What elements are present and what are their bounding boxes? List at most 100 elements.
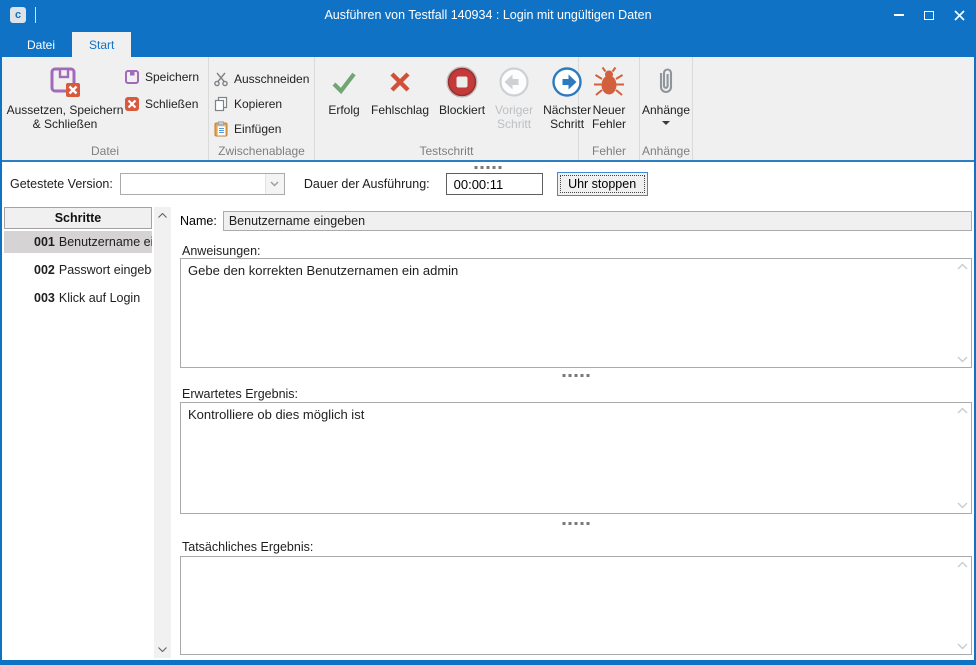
splitter-handle[interactable] <box>563 374 590 377</box>
scroll-up-icon[interactable] <box>957 407 968 414</box>
button-label: Einfügen <box>234 122 281 136</box>
ribbon-group-fehler: Neuer Fehler Fehler <box>579 57 640 160</box>
ribbon-group-label: Testschritt <box>315 144 578 158</box>
tab-start[interactable]: Start <box>72 32 131 57</box>
name-row: Name: <box>180 211 972 231</box>
suspend-save-close-button[interactable]: Aussetzen, Speichern & Schließen <box>6 62 124 142</box>
button-label: Anhänge <box>642 103 690 117</box>
scroll-down-icon[interactable] <box>154 641 171 658</box>
close-icon <box>954 10 965 21</box>
duration-label: Dauer der Ausführung: <box>304 177 430 191</box>
name-input[interactable] <box>223 211 972 231</box>
ribbon-group-label: Zwischenablage <box>209 144 314 158</box>
chevron-down-icon <box>662 121 670 125</box>
ribbon-tabbar: Datei Start <box>2 30 974 57</box>
step-item[interactable]: 001 Benutzername eingeben <box>4 231 152 253</box>
ribbon-group-datei: Aussetzen, Speichern & Schließen Speiche… <box>2 57 209 160</box>
button-label: Ausschneiden <box>234 72 309 86</box>
ribbon-group-label: Datei <box>2 144 208 158</box>
content-area: Schritte 001 Benutzername eingeben 002 Pas… <box>2 206 974 660</box>
datei-small-buttons: Speichern Schließen <box>124 62 199 142</box>
minimize-button[interactable] <box>884 0 914 30</box>
instructions-field: Gebe den korrekten Benutzernamen ein adm… <box>180 258 972 368</box>
button-label: Blockiert <box>439 103 485 117</box>
steps-panel: Schritte 001 Benutzername eingeben 002 Pas… <box>4 207 171 658</box>
scroll-up-icon[interactable] <box>154 207 171 224</box>
step-item[interactable]: 003 Klick auf Login <box>4 287 152 309</box>
blocked-button[interactable]: Blockiert <box>434 62 490 142</box>
button-label: Aussetzen, Speichern & Schließen <box>7 103 124 131</box>
expected-result-textarea[interactable]: Kontrolliere ob dies möglich ist <box>181 403 971 513</box>
step-label: Benutzername eingeben <box>59 235 152 249</box>
splitter-handle[interactable] <box>563 522 590 525</box>
ribbon-group-anhaenge: Anhänge Anhänge <box>640 57 693 160</box>
app-icon[interactable]: c <box>10 7 26 23</box>
instructions-textarea[interactable]: Gebe den korrekten Benutzernamen ein adm… <box>181 259 971 367</box>
fail-icon <box>383 65 417 99</box>
titlebar: c Ausführen von Testfall 140934 : Login … <box>2 0 974 30</box>
step-number: 003 <box>34 291 55 305</box>
chevron-down-icon <box>270 181 279 187</box>
fail-button[interactable]: Fehlschlag <box>366 62 434 142</box>
actual-result-textarea[interactable] <box>181 557 971 654</box>
tested-version-input[interactable] <box>121 174 265 194</box>
splitter-handle[interactable] <box>475 166 502 169</box>
combo-dropdown-button[interactable] <box>265 174 284 194</box>
step-item[interactable]: 002 Passwort eingeben <box>4 259 152 281</box>
button-label: Fehlschlag <box>371 103 429 117</box>
scroll-down-icon[interactable] <box>957 643 968 650</box>
maximize-button[interactable] <box>914 0 944 30</box>
attachments-icon <box>649 65 683 99</box>
scroll-up-icon[interactable] <box>957 561 968 568</box>
window-controls <box>884 0 974 30</box>
save-icon <box>124 69 140 85</box>
stop-clock-button[interactable]: Uhr stoppen <box>557 172 648 196</box>
button-label: Schließen <box>145 97 198 111</box>
minimize-icon <box>894 14 904 16</box>
actual-result-label: Tatsächliches Ergebnis: <box>182 540 313 554</box>
step-label: Passwort eingeben <box>59 263 152 277</box>
titlebar-divider <box>35 7 36 23</box>
scroll-down-icon[interactable] <box>957 356 968 363</box>
step-number: 001 <box>34 235 55 249</box>
instructions-label: Anweisungen: <box>182 244 261 258</box>
step-number: 002 <box>34 263 55 277</box>
tested-version-select[interactable] <box>120 173 285 195</box>
copy-icon <box>213 96 229 112</box>
close-button[interactable] <box>944 0 974 30</box>
steps-list: Schritte 001 Benutzername eingeben 002 Pas… <box>4 207 152 658</box>
pass-icon <box>327 65 361 99</box>
clipboard-buttons: Ausschneiden Kopieren <box>213 62 309 142</box>
button-label: Erfolg <box>328 103 359 117</box>
button-label: Speichern <box>145 70 199 84</box>
step-label: Klick auf Login <box>59 291 140 305</box>
scroll-up-icon[interactable] <box>957 263 968 270</box>
steps-scrollbar[interactable] <box>154 207 171 658</box>
actual-result-field <box>180 556 972 655</box>
window-title: Ausführen von Testfall 140934 : Login mi… <box>324 8 651 22</box>
paste-button[interactable]: Einfügen <box>213 121 309 137</box>
blocked-icon <box>445 65 479 99</box>
ribbon-group-label: Anhänge <box>640 144 692 158</box>
paste-icon <box>213 121 229 137</box>
expected-result-field: Kontrolliere ob dies möglich ist <box>180 402 972 514</box>
tab-datei[interactable]: Datei <box>10 32 72 57</box>
suspend-save-close-icon <box>48 65 82 99</box>
steps-header: Schritte <box>4 207 152 229</box>
tested-version-label: Getestete Version: <box>10 177 113 191</box>
pass-button[interactable]: Erfolg <box>322 62 366 142</box>
save-button[interactable]: Speichern <box>124 69 199 85</box>
new-defect-button[interactable]: Neuer Fehler <box>587 62 631 142</box>
ribbon-group-testschritt: Erfolg Fehlschlag Blocki <box>315 57 579 160</box>
scroll-down-icon[interactable] <box>957 502 968 509</box>
previous-step-button: Voriger Schritt <box>490 62 538 142</box>
cut-button[interactable]: Ausschneiden <box>213 71 309 87</box>
close-file-button[interactable]: Schließen <box>124 96 199 112</box>
button-label: Kopieren <box>234 97 282 111</box>
attachments-button[interactable]: Anhänge <box>637 62 695 142</box>
new-defect-icon <box>592 65 626 99</box>
ribbon: Aussetzen, Speichern & Schließen Speiche… <box>2 57 974 162</box>
copy-button[interactable]: Kopieren <box>213 96 309 112</box>
cut-icon <box>213 71 229 87</box>
duration-input[interactable] <box>446 173 543 195</box>
